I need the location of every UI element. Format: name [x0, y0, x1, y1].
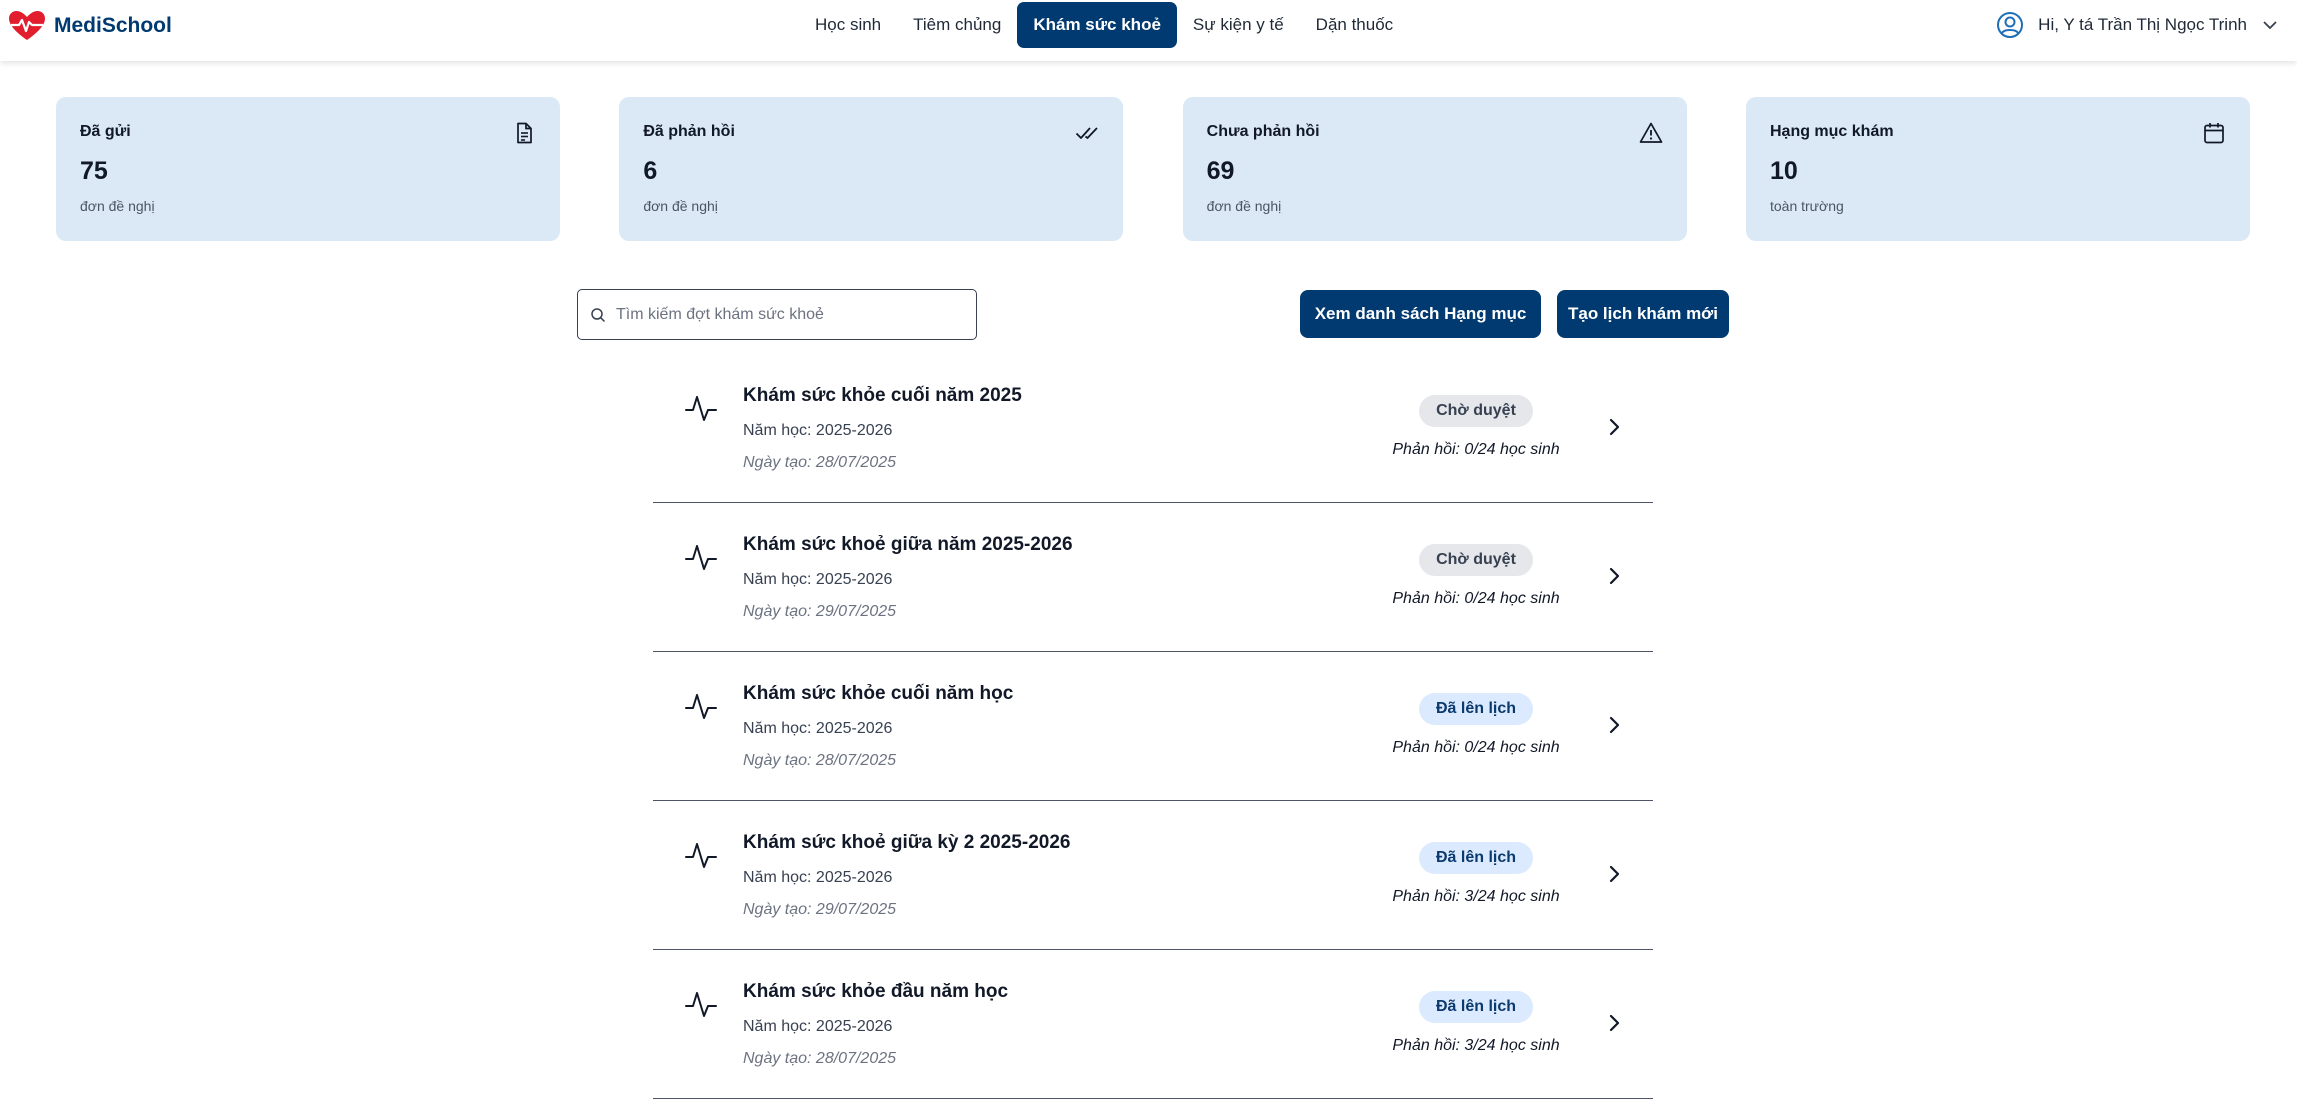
stat-sub: đơn đề nghị [1206, 198, 1282, 214]
nav-item-kham-suc-khoe[interactable]: Khám sức khoẻ [1017, 2, 1177, 48]
checkup-created-date: Ngày tạo: 28/07/2025 [743, 752, 897, 769]
list-item[interactable]: Khám sức khoẻ giữa kỳ 2 2025-2026 Năm họ… [653, 801, 1653, 950]
stat-card-not-responded: Chưa phản hồi 69 đơn đề nghị [1182, 97, 1687, 241]
create-schedule-button[interactable]: Tạo lịch khám mới [1557, 290, 1729, 338]
stat-title: Đã phản hồi [643, 123, 735, 140]
main-nav: Học sinh Tiêm chủng Khám sức khoẻ Sự kiệ… [799, 2, 1409, 48]
calendar-icon [2204, 123, 2224, 144]
nav-item-dan-thuoc[interactable]: Dặn thuốc [1300, 2, 1410, 48]
stats-row: Đã gửi 75 đơn đề nghị Đã phản hồi 6 đơn … [56, 97, 2250, 241]
stat-title: Đã gửi [80, 123, 131, 140]
checkup-response: Phản hồi: 3/24 học sinh [1392, 1037, 1560, 1054]
list-item[interactable]: Khám sức khỏe cuối năm học Năm học: 2025… [653, 652, 1653, 801]
checkup-created-date: Ngày tạo: 29/07/2025 [743, 603, 897, 620]
list-item[interactable]: Khám sức khỏe cuối năm 2025 Năm học: 202… [653, 354, 1653, 503]
checkup-created-date: Ngày tạo: 29/07/2025 [743, 901, 897, 918]
checkup-school-year: Năm học: 2025-2026 [743, 422, 893, 439]
checkup-title: Khám sức khỏe đầu năm học [743, 981, 1009, 1002]
activity-icon [685, 992, 717, 1017]
activity-icon [685, 545, 717, 570]
checkup-title: Khám sức khỏe cuối năm 2025 [743, 385, 1022, 406]
checkup-school-year: Năm học: 2025-2026 [743, 720, 893, 737]
search-box[interactable] [577, 289, 977, 340]
user-greeting: Hi, Y tá Trần Thị Ngọc Trinh [2038, 15, 2247, 34]
stat-value: 6 [643, 157, 658, 185]
heart-pulse-icon [9, 11, 45, 40]
list-item[interactable]: Khám sức khỏe đầu năm học Năm học: 2025-… [653, 950, 1653, 1099]
nav-item-su-kien-y-te[interactable]: Sự kiện y tế [1177, 2, 1300, 48]
status-badge: Chờ duyệt [1419, 544, 1533, 576]
checkup-title: Khám sức khoẻ giữa kỳ 2 2025-2026 [743, 832, 1071, 853]
status-badge: Đã lên lịch [1419, 693, 1533, 725]
chevron-right-icon[interactable] [1603, 714, 1625, 736]
checkup-created-date: Ngày tạo: 28/07/2025 [743, 454, 897, 471]
activity-icon [685, 843, 717, 868]
chevron-right-icon[interactable] [1603, 1012, 1625, 1034]
checkup-response: Phản hồi: 0/24 học sinh [1392, 739, 1560, 756]
stat-card-sent: Đã gửi 75 đơn đề nghị [56, 97, 560, 241]
user-menu[interactable]: Hi, Y tá Trần Thị Ngọc Trinh [1996, 11, 2279, 39]
checkup-response: Phản hồi: 0/24 học sinh [1392, 441, 1560, 458]
nav-item-hoc-sinh[interactable]: Học sinh [799, 2, 897, 48]
stat-sub: đơn đề nghị [80, 198, 155, 214]
document-icon [517, 122, 532, 144]
search-input[interactable] [616, 305, 956, 324]
stat-value: 75 [80, 157, 108, 185]
status-badge: Đã lên lịch [1419, 991, 1533, 1023]
checkup-response: Phản hồi: 3/24 học sinh [1392, 888, 1560, 905]
checkup-title: Khám sức khoẻ giữa năm 2025-2026 [743, 534, 1073, 555]
view-categories-button[interactable]: Xem danh sách Hạng mục [1300, 290, 1541, 338]
checkup-school-year: Năm học: 2025-2026 [743, 571, 893, 588]
stat-title: Chưa phản hồi [1206, 123, 1320, 140]
warning-icon [1639, 122, 1663, 143]
stat-sub: đơn đề nghị [643, 198, 718, 214]
checkup-list: Khám sức khỏe cuối năm 2025 Năm học: 202… [653, 354, 1653, 1099]
stat-sub: toàn trường [1769, 198, 1844, 214]
list-item[interactable]: Khám sức khoẻ giữa năm 2025-2026 Năm học… [653, 503, 1653, 652]
status-badge: Chờ duyệt [1419, 395, 1533, 427]
chevron-down-icon[interactable] [2261, 16, 2279, 34]
search-icon [591, 307, 606, 322]
nav-item-tiem-chung[interactable]: Tiêm chủng [897, 2, 1017, 48]
stat-value: 10 [1769, 157, 1798, 185]
stat-card-categories: Hạng mục khám 10 toàn trường [1745, 97, 2250, 241]
checkup-created-date: Ngày tạo: 28/07/2025 [743, 1050, 897, 1067]
user-circle-icon [1997, 12, 2024, 38]
chevron-right-icon[interactable] [1603, 416, 1625, 438]
checkup-school-year: Năm học: 2025-2026 [743, 1018, 893, 1035]
stat-value: 69 [1206, 157, 1235, 185]
brand[interactable]: MediSchool [8, 10, 172, 42]
stat-card-responded: Đã phản hồi 6 đơn đề nghị [619, 97, 1124, 241]
activity-icon [685, 694, 717, 719]
double-check-icon [1076, 127, 1098, 139]
checkup-school-year: Năm học: 2025-2026 [743, 869, 893, 886]
checkup-response: Phản hồi: 0/24 học sinh [1392, 590, 1560, 607]
status-badge: Đã lên lịch [1419, 842, 1533, 874]
stat-title: Hạng mục khám [1769, 123, 1894, 140]
chevron-right-icon[interactable] [1603, 863, 1625, 885]
brand-name: MediSchool [54, 14, 172, 37]
checkup-title: Khám sức khỏe cuối năm học [743, 683, 1014, 704]
activity-icon [685, 396, 717, 421]
chevron-right-icon[interactable] [1603, 565, 1625, 587]
top-navbar: MediSchool Học sinh Tiêm chủng Khám sức … [0, 0, 2297, 61]
